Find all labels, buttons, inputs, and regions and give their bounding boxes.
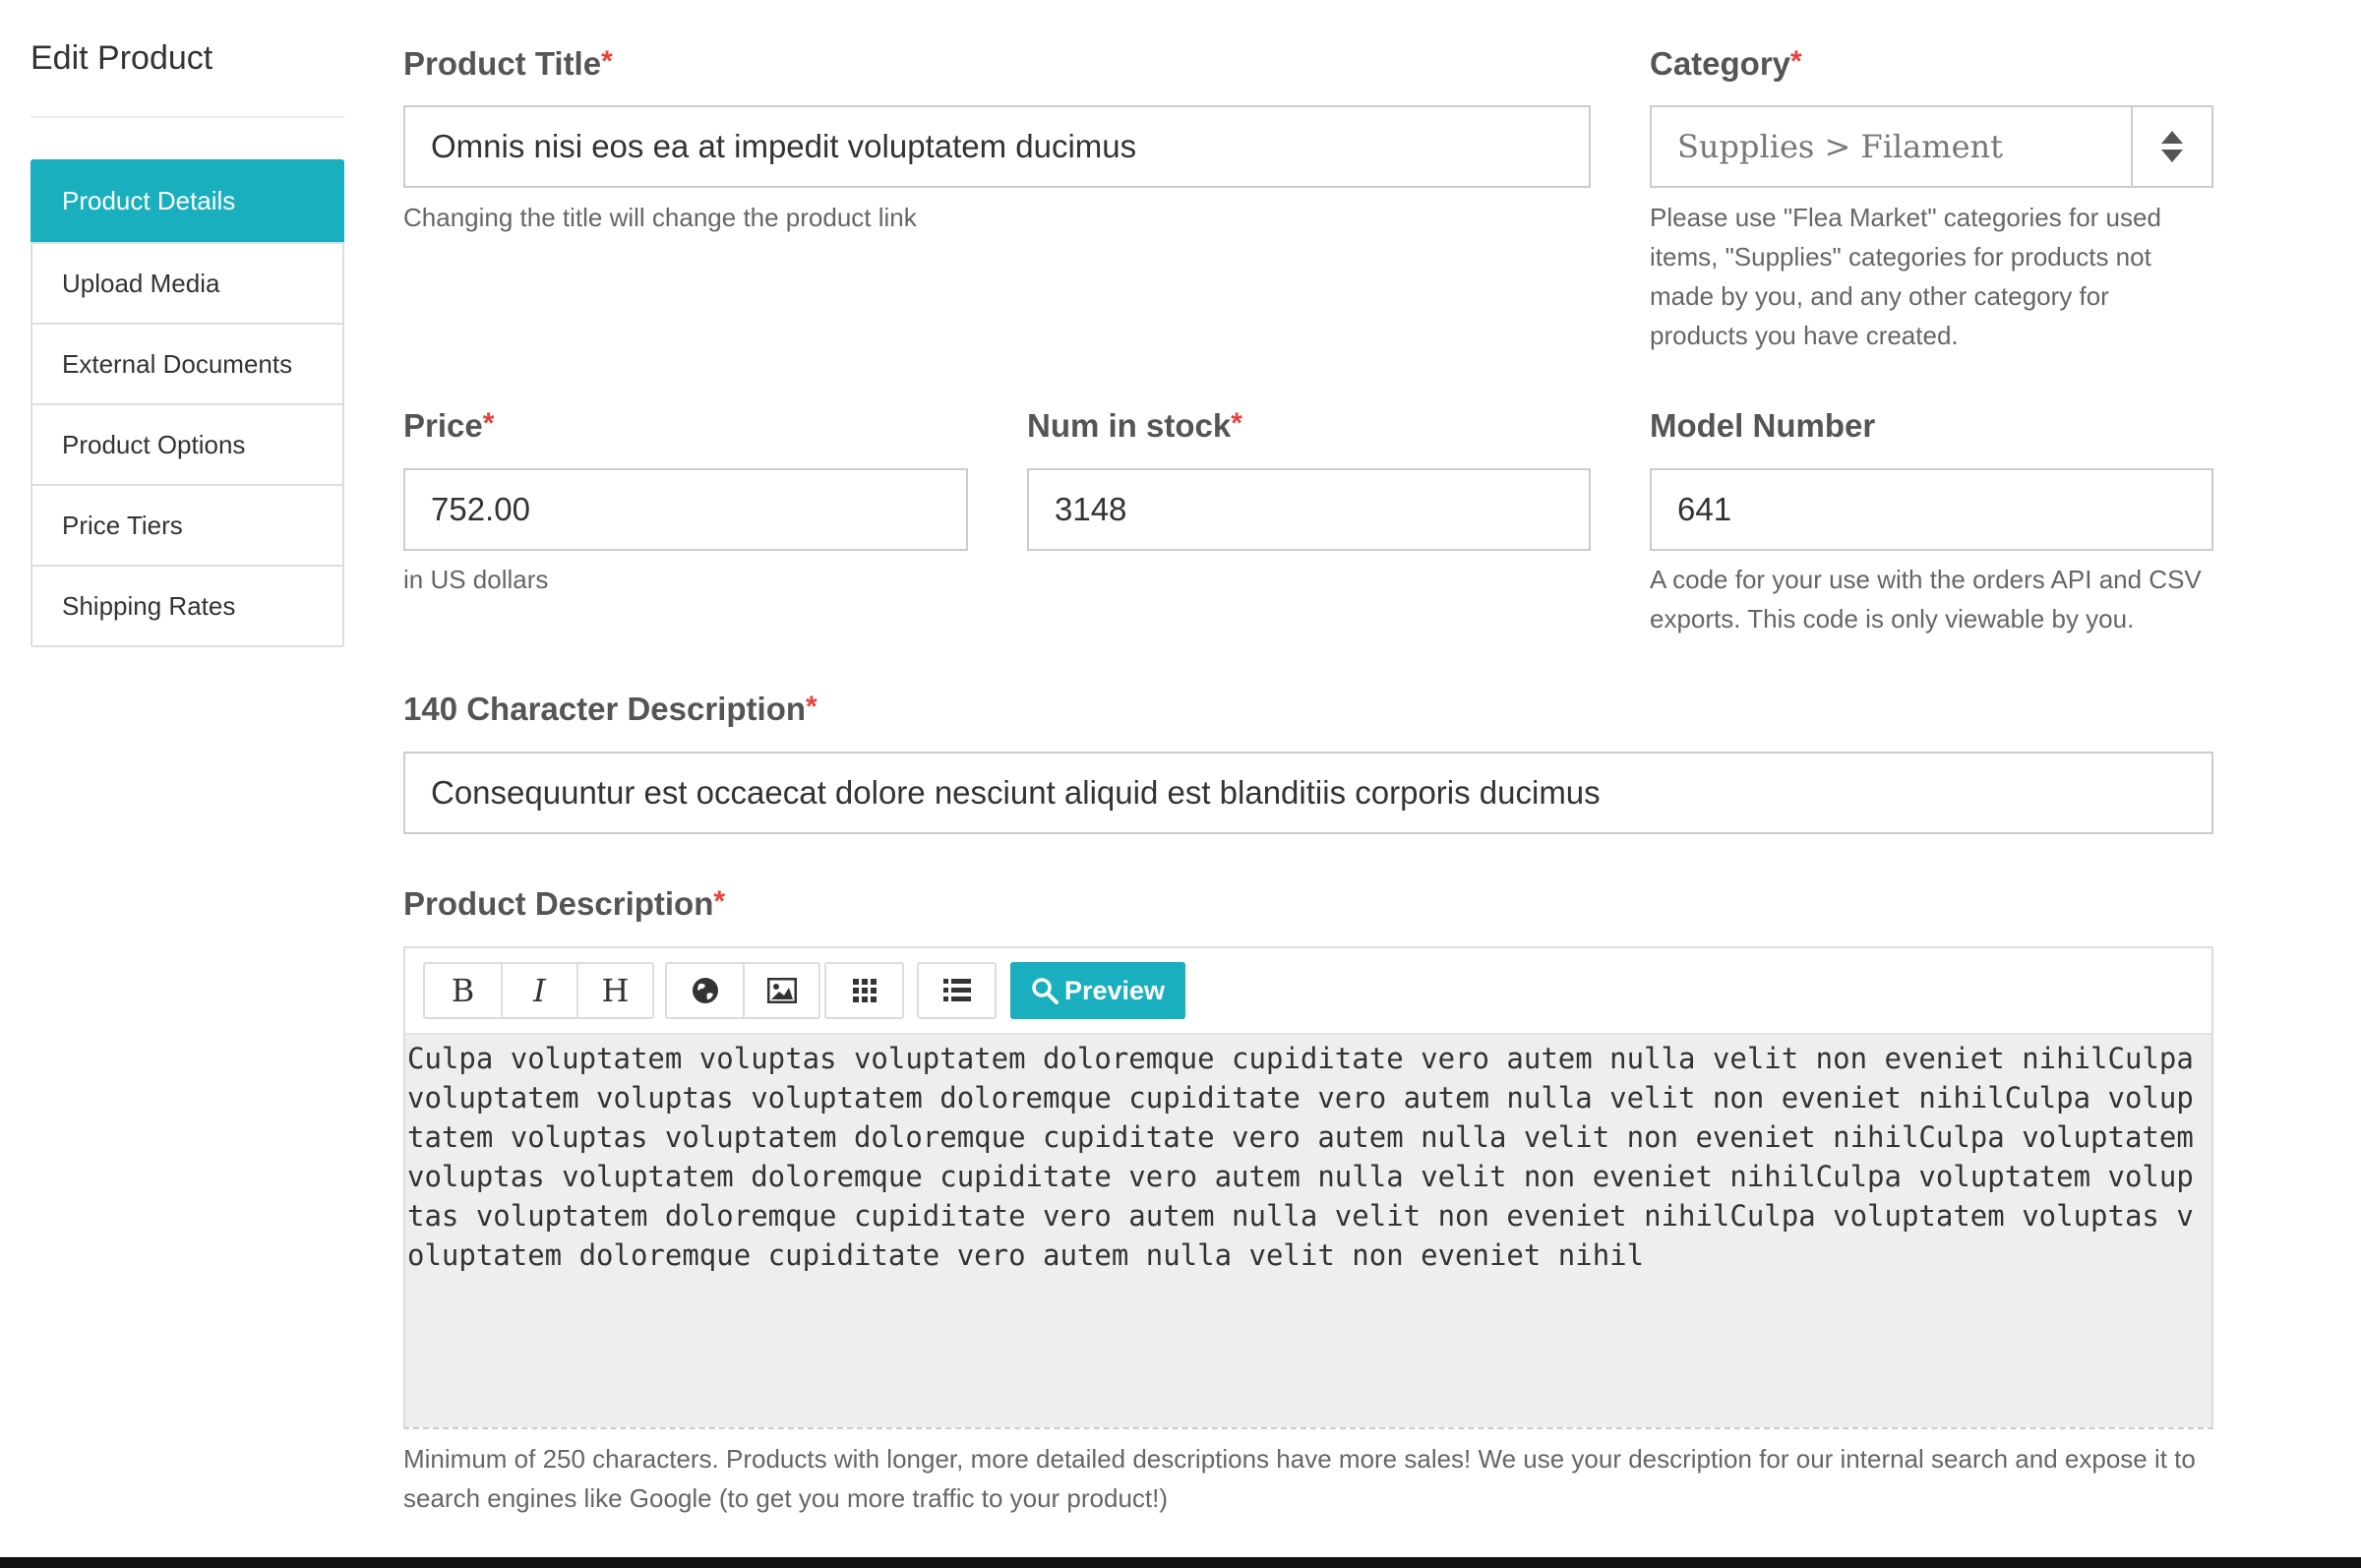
sidebar-title: Edit Product [30, 39, 213, 77]
category-label: Category* [1650, 45, 1802, 82]
category-select[interactable]: Supplies > Filament [1650, 105, 2213, 188]
image-icon [766, 978, 797, 1003]
description-textarea[interactable]: Culpa voluptatem voluptas voluptatem dol… [405, 1035, 2211, 1427]
italic-button[interactable]: I [501, 964, 576, 1017]
grid-button[interactable] [826, 964, 902, 1017]
sidebar-item-product-details[interactable]: Product Details [30, 159, 344, 242]
required-mark: * [1790, 45, 1802, 78]
model-number-help: A code for your use with the orders API … [1650, 565, 2202, 633]
sidebar-item-price-tiers[interactable]: Price Tiers [32, 484, 342, 565]
required-mark: * [601, 45, 613, 78]
stock-label: Num in stock* [1027, 407, 1242, 444]
product-title-help: Changing the title will change the produ… [403, 203, 917, 232]
sidebar-item-external-documents[interactable]: External Documents [32, 323, 342, 403]
product-title-label: Product Title* [403, 45, 613, 82]
format-button-group: B I H [423, 962, 654, 1019]
preview-button-label: Preview [1063, 975, 1166, 1005]
price-help: in US dollars [403, 565, 549, 594]
stock-input[interactable]: 3148 [1027, 468, 1591, 551]
grid-button-group [824, 962, 904, 1019]
description-editor: B I H Preview Culpa voluptatem voluptas … [403, 946, 2213, 1429]
required-mark: * [482, 407, 495, 440]
sidebar-nav: Product Details Upload Media External Do… [30, 159, 344, 647]
sidebar-item-shipping-rates[interactable]: Shipping Rates [32, 565, 342, 645]
list-button[interactable] [919, 964, 995, 1017]
price-input[interactable]: 752.00 [403, 468, 968, 551]
list-button-group [917, 962, 997, 1019]
globe-icon [692, 978, 718, 1003]
link-button[interactable] [667, 964, 743, 1017]
grid-icon [852, 979, 877, 1002]
list-icon [942, 979, 971, 1001]
image-button[interactable] [743, 964, 818, 1017]
required-mark: * [1231, 407, 1242, 440]
product-description-help: Minimum of 250 characters. Products with… [403, 1444, 2196, 1513]
category-help: Please use "Flea Market" categories for … [1650, 203, 2161, 350]
select-arrows-icon [2131, 107, 2211, 186]
bottom-bar [0, 1557, 2361, 1568]
sidebar-divider [30, 116, 344, 118]
required-mark: * [806, 691, 817, 723]
bold-button[interactable]: B [425, 964, 501, 1017]
short-description-label: 140 Character Description* [403, 691, 817, 727]
short-description-input[interactable]: Consequuntur est occaecat dolore nesciun… [403, 752, 2213, 834]
model-number-input[interactable]: 641 [1650, 468, 2213, 551]
sidebar-item-product-options[interactable]: Product Options [32, 403, 342, 484]
preview-button[interactable]: Preview [1010, 962, 1185, 1019]
product-title-input[interactable]: Omnis nisi eos ea at impedit voluptatem … [403, 105, 1591, 188]
model-number-label: Model Number [1650, 407, 1876, 444]
required-mark: * [713, 885, 726, 918]
price-label: Price* [403, 407, 495, 444]
search-icon [1032, 978, 1059, 1004]
product-description-label: Product Description* [403, 885, 726, 922]
editor-toolbar: B I H Preview [405, 948, 2211, 1035]
category-select-value: Supplies > Filament [1677, 128, 2003, 165]
insert-button-group [665, 962, 820, 1019]
heading-button[interactable]: H [576, 964, 652, 1017]
sidebar-item-upload-media[interactable]: Upload Media [32, 242, 342, 323]
